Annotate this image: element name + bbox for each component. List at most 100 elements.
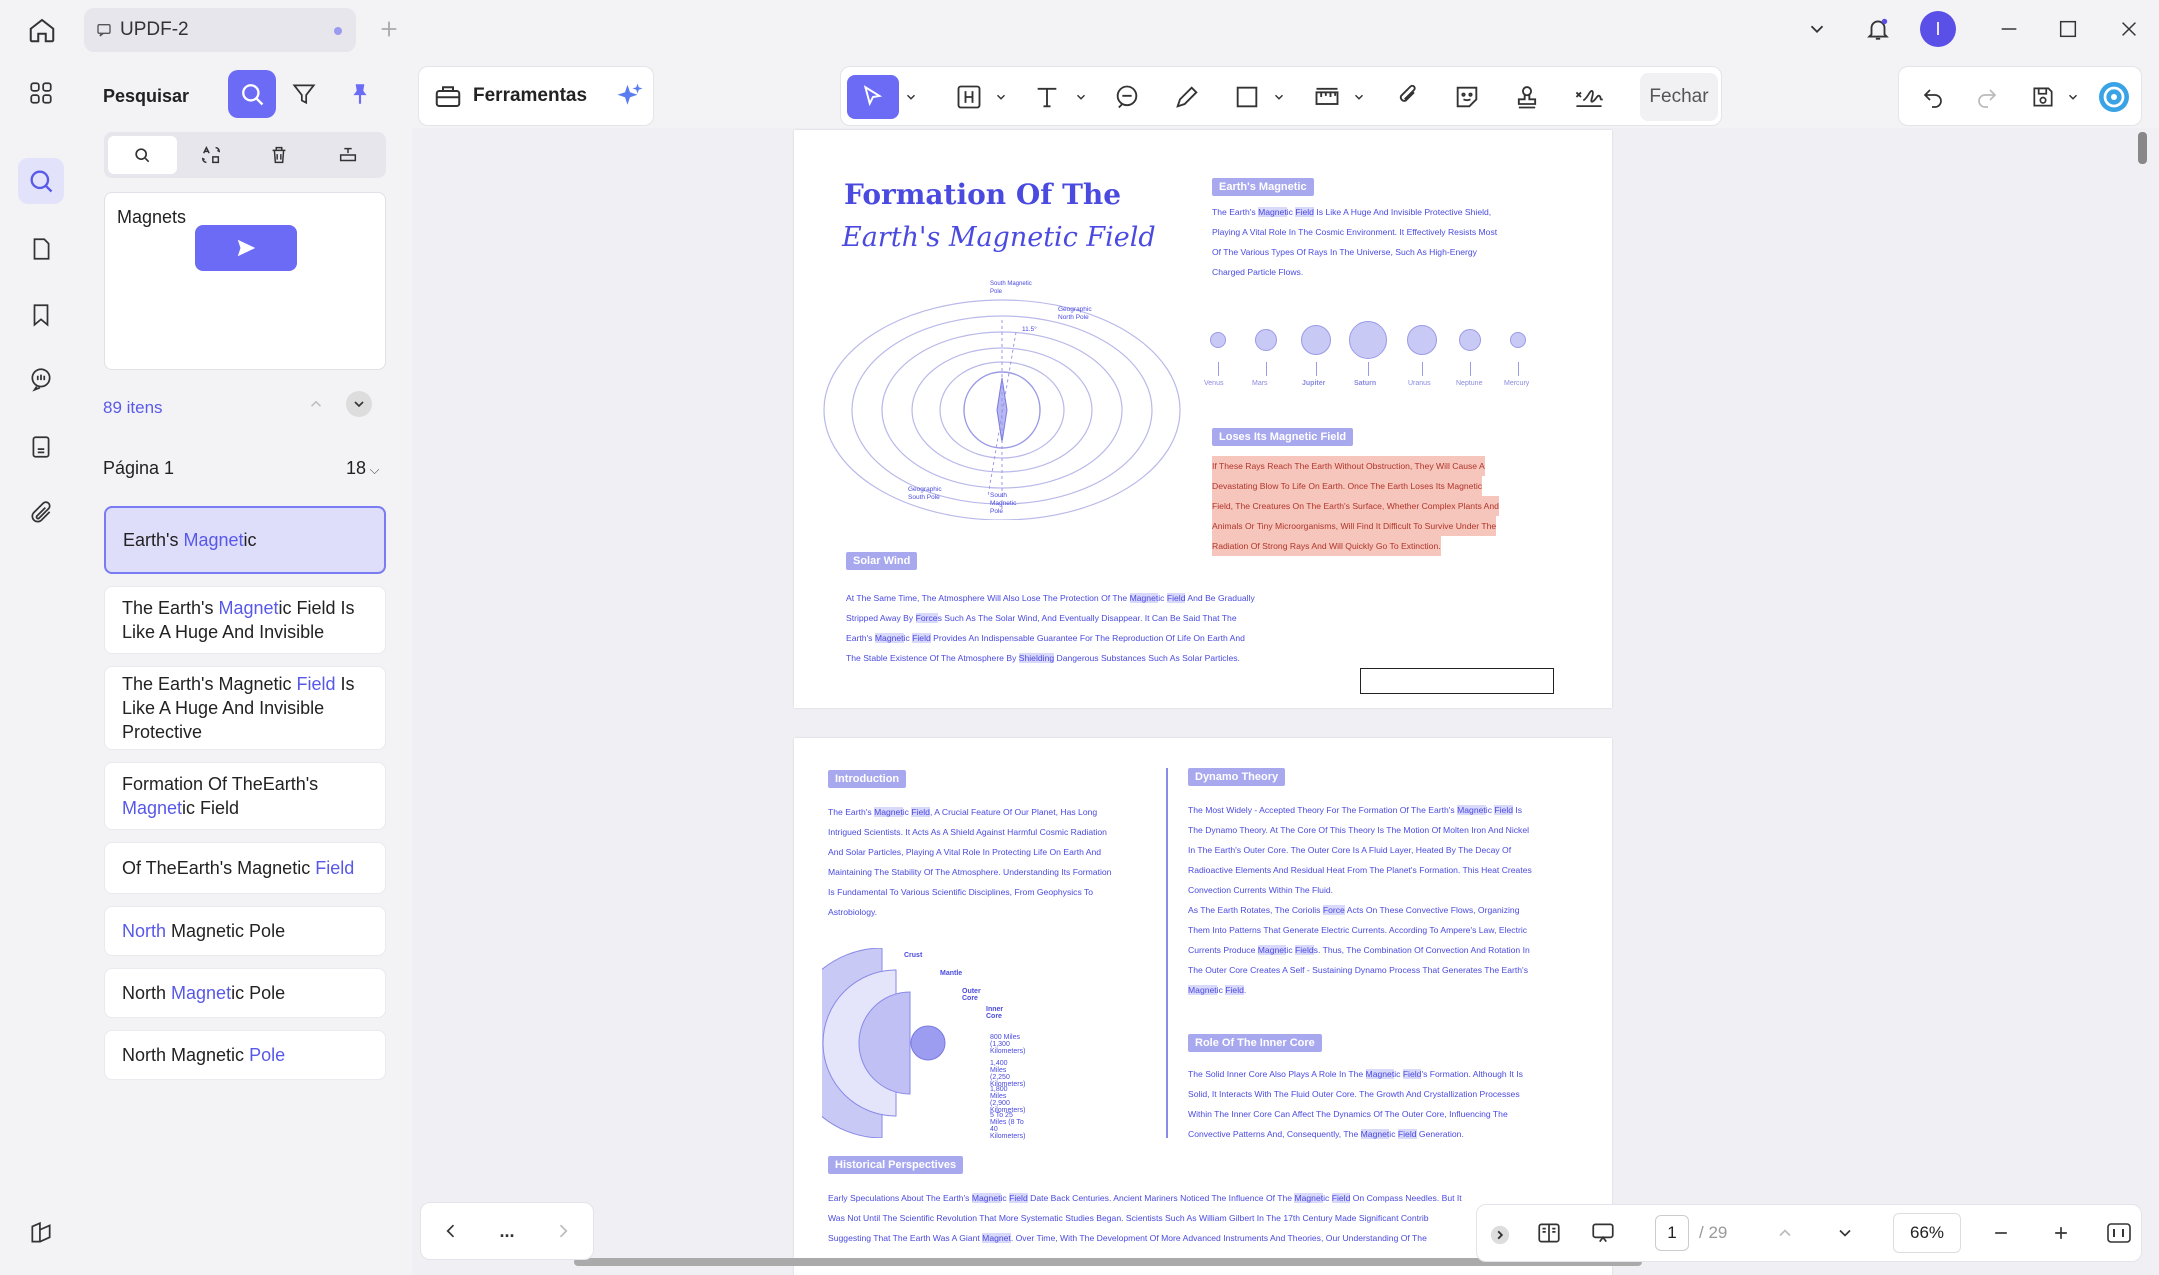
highlight-block-icon[interactable]	[949, 75, 989, 119]
more-button[interactable]: ...	[489, 1209, 525, 1253]
text-line: Of The Various Types Of Rays In The Univ…	[1212, 247, 1477, 257]
comments-icon[interactable]	[18, 356, 64, 402]
search-result-item[interactable]: Of TheEarth's Magnetic Field	[104, 842, 386, 894]
result-text: North Magnetic Pole	[122, 919, 285, 943]
presentation-icon[interactable]	[1583, 1211, 1623, 1255]
chevron-down-icon[interactable]	[346, 391, 372, 417]
document-viewer[interactable]: Formation Of The Earth's Magnetic Field …	[412, 128, 2159, 1275]
chevron-down-icon[interactable]	[1797, 10, 1837, 48]
page-hit-count[interactable]: 18 ⌵	[346, 458, 380, 479]
stamp-icon[interactable]	[1507, 75, 1547, 119]
redact-icon[interactable]	[245, 136, 314, 174]
document-tab[interactable]: UPDF-2	[84, 8, 356, 52]
search-result-item[interactable]: North Magnetic Pole	[104, 968, 386, 1018]
attachment-icon[interactable]	[18, 490, 64, 536]
plus-icon[interactable]	[374, 14, 404, 44]
search-result-item[interactable]: The Earth's Magnetic Field Is Like A Hug…	[104, 666, 386, 750]
undo-icon[interactable]	[1913, 75, 1953, 119]
page-layout-icon[interactable]	[1529, 1211, 1569, 1255]
text-field-icon[interactable]	[314, 136, 383, 174]
pencil-icon[interactable]	[1167, 75, 1207, 119]
planet-tick	[1368, 362, 1369, 376]
comment-icon[interactable]	[1107, 75, 1147, 119]
next-page-icon[interactable]	[1827, 1211, 1863, 1255]
signature-icon[interactable]	[1567, 75, 1611, 119]
grid-icon[interactable]	[18, 70, 64, 116]
planet-tick	[1316, 362, 1317, 376]
chevron-down-icon[interactable]	[1349, 75, 1369, 119]
result-text: Formation Of TheEarth's Magnetic Field	[122, 772, 368, 820]
chevron-down-icon[interactable]	[1269, 75, 1289, 119]
text-icon[interactable]	[1027, 75, 1067, 119]
chevron-down-icon[interactable]	[2063, 75, 2083, 119]
planet-mercury	[1510, 332, 1526, 348]
zoom-out-icon[interactable]	[1983, 1211, 2019, 1255]
ai-sparkle-icon[interactable]	[615, 81, 645, 111]
search-result-item[interactable]: Formation Of TheEarth's Magnetic Field	[104, 762, 386, 830]
replace-icon[interactable]	[177, 136, 246, 174]
page-number-input[interactable]: 1	[1655, 1215, 1689, 1251]
actual-size-icon[interactable]	[2101, 1211, 2137, 1255]
sticker-icon[interactable]	[1447, 75, 1487, 119]
result-context: ic Pole	[231, 983, 286, 1003]
empty-text-box[interactable]	[1360, 668, 1554, 694]
section-header-earth: Earth's Magnetic	[1212, 178, 1314, 196]
planet-venus	[1210, 332, 1226, 348]
page-hits-value: 18	[346, 458, 367, 478]
bell-icon[interactable]	[1858, 10, 1898, 48]
result-match: Magnet	[218, 598, 279, 618]
result-match: Field	[315, 858, 355, 878]
chevron-down-icon[interactable]	[901, 75, 921, 119]
search-input[interactable]: Magnets	[104, 192, 386, 370]
ai-search-icon[interactable]	[228, 70, 276, 118]
bookmark-icon[interactable]	[18, 292, 64, 338]
search-icon[interactable]	[18, 158, 64, 204]
chevron-up-icon[interactable]	[302, 390, 330, 418]
search-result-item[interactable]: North Magnetic Pole	[104, 1030, 386, 1080]
back-arrow-icon[interactable]	[433, 1209, 469, 1253]
redo-icon[interactable]	[1967, 75, 2007, 119]
planet-jupiter	[1301, 325, 1331, 355]
pin-icon[interactable]	[336, 70, 384, 118]
page-icon[interactable]	[18, 226, 64, 272]
send-button[interactable]	[195, 225, 297, 271]
history-toolbar	[1898, 66, 2142, 126]
previous-page-icon[interactable]	[1767, 1211, 1803, 1255]
avatar[interactable]: I	[1920, 11, 1956, 47]
planet-label: Venus	[1204, 380, 1224, 387]
chevron-down-icon[interactable]	[991, 75, 1011, 119]
close-toolbar-button[interactable]: Fechar	[1640, 73, 1718, 121]
filter-icon[interactable]	[280, 70, 328, 118]
close-icon[interactable]	[2109, 10, 2149, 48]
rectangle-icon[interactable]	[1227, 75, 1267, 119]
zoom-in-icon[interactable]	[2043, 1211, 2079, 1255]
zoom-level[interactable]: 66%	[1893, 1213, 1961, 1253]
search-result-item[interactable]: North Magnetic Pole	[104, 906, 386, 956]
forward-arrow-icon[interactable]	[545, 1209, 581, 1253]
minimize-icon[interactable]	[1989, 10, 2029, 48]
search-result-item[interactable]: The Earth's Magnetic Field Is Like A Hug…	[104, 586, 386, 654]
text-line: Radioactive Elements And Residual Heat F…	[1188, 865, 1532, 875]
panel-title: Pesquisar	[103, 86, 190, 106]
layers-icon[interactable]	[18, 1210, 64, 1256]
result-text: The Earth's Magnetic Field Is Like A Hug…	[122, 596, 368, 644]
chevron-down-icon[interactable]	[1071, 75, 1091, 119]
collapse-arrow-icon[interactable]	[1487, 1213, 1513, 1257]
maximize-icon[interactable]	[2048, 10, 2088, 48]
tools-button[interactable]: Ferramentas	[418, 66, 654, 126]
attachment-icon[interactable]	[1387, 75, 1427, 119]
select-cursor-icon[interactable]	[847, 75, 899, 119]
text-line: Intrigued Scientists. It Acts As A Shiel…	[828, 827, 1107, 837]
save-icon[interactable]	[2023, 75, 2063, 119]
result-match: North	[122, 921, 167, 941]
search-result-item[interactable]: Earth's Magnetic	[104, 506, 386, 574]
vertical-scrollbar[interactable]	[2138, 132, 2147, 164]
diagram-label: South Magnetic Pole	[990, 281, 1032, 295]
magnifier-icon[interactable]	[108, 136, 177, 174]
ai-assistant-icon[interactable]	[2093, 75, 2135, 119]
stamp-list-icon[interactable]	[18, 424, 64, 470]
column-divider	[1166, 768, 1168, 1138]
home-icon[interactable]	[24, 12, 60, 48]
text-line: Charged Particle Flows.	[1212, 267, 1304, 277]
measure-icon[interactable]	[1307, 75, 1347, 119]
